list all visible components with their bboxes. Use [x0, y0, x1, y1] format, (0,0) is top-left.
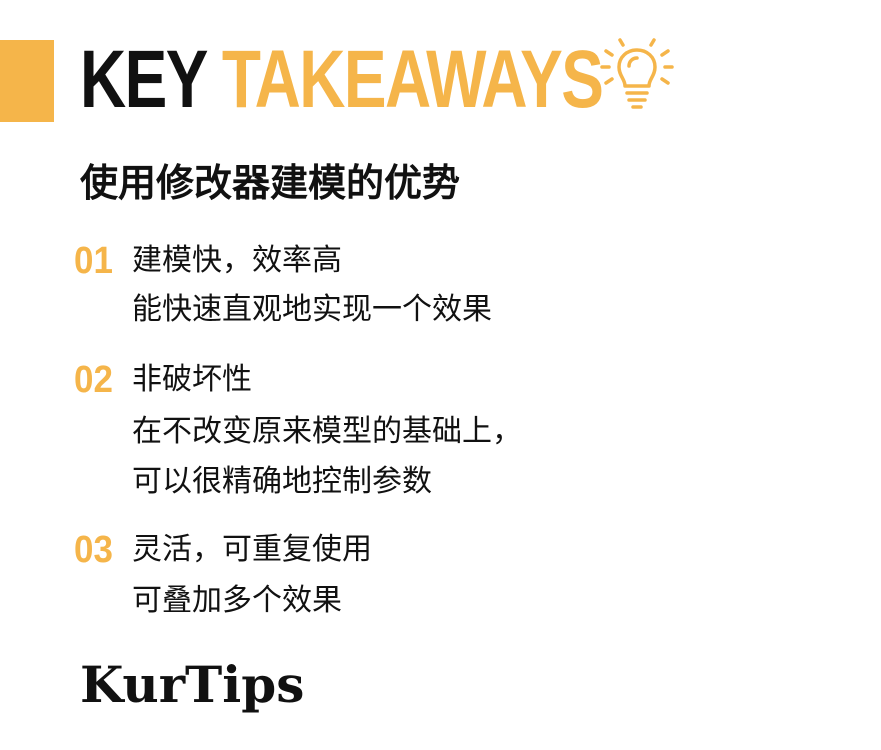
item-number-02: 02: [74, 359, 113, 401]
item-desc-02-line-2: 可以很精确地控制参数: [132, 464, 432, 499]
item-desc-03-line-1: 可叠加多个效果: [132, 583, 342, 618]
item-desc-01-line-1: 能快速直观地实现一个效果: [132, 292, 492, 327]
footer-brand: KurTips: [80, 655, 305, 714]
item-number-03: 03: [74, 529, 113, 571]
header-title-key: KEY: [80, 34, 207, 125]
item-title-02: 非破坏性: [132, 362, 252, 397]
item-number-01: 01: [74, 240, 113, 282]
item-desc-02-line-1: 在不改变原来模型的基础上，: [132, 414, 522, 449]
accent-block: [0, 40, 54, 122]
header-title: KEY TAKEAWAYS: [80, 30, 604, 130]
subtitle: 使用修改器建模的优势: [80, 161, 461, 205]
item-title-01: 建模快，效率高: [132, 243, 342, 278]
lightbulb-icon: [600, 38, 674, 109]
header-title-takeaways: TAKEAWAYS: [221, 34, 604, 125]
item-title-03: 灵活，可重复使用: [132, 532, 372, 567]
